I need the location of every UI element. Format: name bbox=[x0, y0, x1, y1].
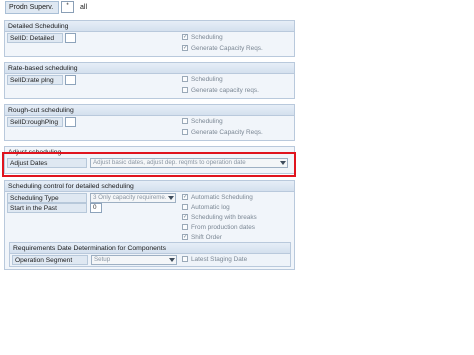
selid-detailed-input[interactable] bbox=[65, 33, 76, 43]
selid-detailed-label: SelID: Detailed bbox=[7, 33, 63, 43]
operation-segment-dropdown[interactable]: Setup bbox=[91, 255, 177, 265]
start-in-past-value: 0 bbox=[93, 204, 97, 211]
checkbox-icon[interactable]: ✓ bbox=[182, 214, 188, 220]
prodn-supervisor-input[interactable]: * bbox=[61, 1, 74, 13]
checkbox-icon[interactable] bbox=[182, 256, 188, 262]
operation-segment-label: Operation Segment bbox=[12, 255, 88, 265]
chevron-down-icon[interactable] bbox=[168, 196, 174, 200]
operation-segment-value: Setup bbox=[94, 256, 111, 263]
checkbox-label: Generate Capacity Reqs. bbox=[191, 129, 263, 136]
checkbox-icon[interactable]: ✓ bbox=[182, 194, 188, 200]
panel-title-control: Scheduling control for detailed scheduli… bbox=[5, 181, 294, 192]
subpanel-title-requirements: Requirements Date Determination for Comp… bbox=[10, 243, 290, 254]
checkbox-icon[interactable] bbox=[182, 87, 188, 93]
checkbox-icon[interactable] bbox=[182, 129, 188, 135]
scheduling-type-dropdown[interactable]: 3 Only capacity requireme... bbox=[90, 193, 176, 203]
panel-title-rate: Rate-based scheduling bbox=[5, 63, 294, 74]
checkbox-icon[interactable] bbox=[182, 118, 188, 124]
checkbox-icon[interactable] bbox=[182, 204, 188, 210]
checkbox-label: Generate capacity reqs. bbox=[191, 87, 259, 94]
scheduling-type-value: 3 Only capacity requireme... bbox=[93, 194, 167, 201]
checkbox-icon[interactable]: ✓ bbox=[182, 45, 188, 51]
selid-rough-label: SelID:roughPlng bbox=[7, 117, 63, 127]
start-in-past-input[interactable]: 0 bbox=[90, 203, 102, 213]
subpanel-requirements-date: Requirements Date Determination for Comp… bbox=[9, 242, 291, 267]
scheduling-type-label: Scheduling Type bbox=[7, 193, 87, 203]
checkbox-label: Shift Order bbox=[191, 234, 222, 241]
panel-rate-based-scheduling: Rate-based scheduling SelID:rate plng Sc… bbox=[4, 62, 295, 99]
checkbox-label: Automatic Scheduling bbox=[191, 194, 253, 201]
highlight-box bbox=[2, 152, 296, 177]
chevron-down-icon[interactable] bbox=[169, 258, 175, 262]
checkbox-icon[interactable] bbox=[182, 76, 188, 82]
panel-scheduling-control: Scheduling control for detailed scheduli… bbox=[4, 180, 295, 270]
checkbox-label: Scheduling with breaks bbox=[191, 214, 257, 221]
prodn-supervisor-value: all bbox=[80, 4, 88, 11]
selid-rate-input[interactable] bbox=[65, 75, 76, 85]
panel-title-rough: Rough-cut scheduling bbox=[5, 105, 294, 116]
panel-rough-cut-scheduling: Rough-cut scheduling SelID:roughPlng Sch… bbox=[4, 104, 295, 141]
checkbox-label: Scheduling bbox=[191, 76, 223, 83]
checkbox-label: Automatic log bbox=[191, 204, 230, 211]
panel-title-detailed: Detailed Scheduling bbox=[5, 21, 294, 32]
panel-detailed-scheduling: Detailed Scheduling SelID: Detailed ✓ Sc… bbox=[4, 20, 295, 57]
checkbox-icon[interactable] bbox=[182, 224, 188, 230]
checkbox-label: Generate Capacity Reqs. bbox=[191, 45, 263, 52]
start-in-past-label: Start in the Past bbox=[7, 203, 87, 213]
checkbox-label: From production dates bbox=[191, 224, 255, 231]
selid-rate-label: SelID:rate plng bbox=[7, 75, 63, 85]
checkbox-icon[interactable]: ✓ bbox=[182, 34, 188, 40]
checkbox-label: Latest Staging Date bbox=[191, 256, 248, 263]
prodn-supervisor-label: Prodn Superv. bbox=[5, 1, 59, 14]
checkbox-label: Scheduling bbox=[191, 34, 223, 41]
checkbox-icon[interactable]: ✓ bbox=[182, 234, 188, 240]
checkbox-label: Scheduling bbox=[191, 118, 223, 125]
top-bar: Prodn Superv. * all bbox=[0, 0, 474, 17]
selid-rough-input[interactable] bbox=[65, 117, 76, 127]
